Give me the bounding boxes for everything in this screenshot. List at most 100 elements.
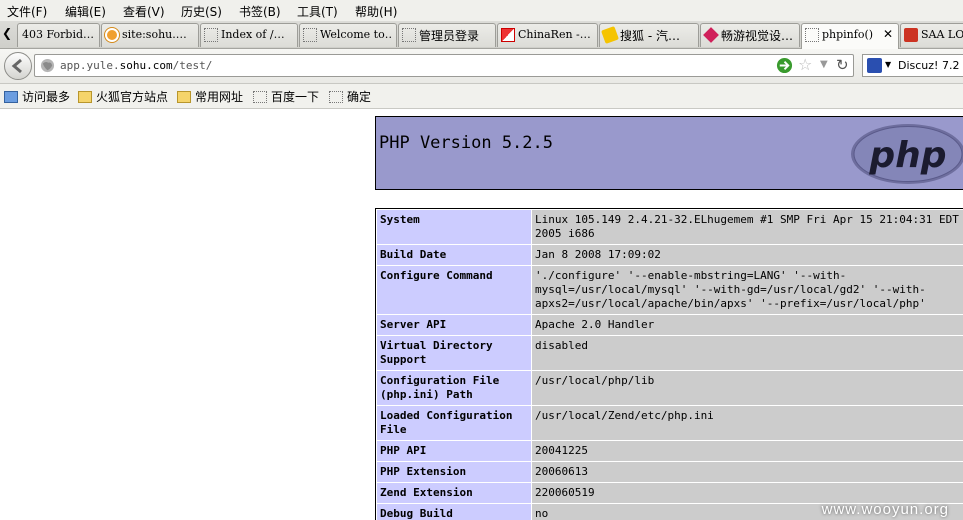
row-key: Virtual Directory Support — [377, 336, 531, 370]
row-key: System — [377, 210, 531, 244]
changyou-icon — [703, 27, 719, 43]
tab-site-sohu[interactable]: site:sohu.… — [101, 23, 199, 47]
blank-page-icon — [805, 28, 819, 42]
row-value: './configure' '--enable-mbstring=LANG' '… — [532, 266, 963, 314]
tab-title: site:sohu.… — [122, 28, 187, 41]
table-row: Zend Extension 220060519 — [377, 483, 963, 503]
tab-title: 搜狐 - 汽… — [620, 29, 680, 43]
row-key: Configure Command — [377, 266, 531, 314]
menu-file[interactable]: 文件(F) — [7, 3, 47, 20]
tab-changyou[interactable]: 畅游视觉设… — [700, 23, 800, 47]
tab-phpinfo[interactable]: phpinfo() ✕ — [801, 23, 899, 49]
php-version-header: PHP Version 5.2.5 php — [375, 116, 963, 190]
tab-sohu-auto[interactable]: 搜狐 - 汽… — [599, 23, 699, 47]
bookmark-star-icon[interactable]: ☆ — [798, 55, 812, 74]
tab-title: phpinfo() — [822, 28, 874, 41]
bookmark-ok[interactable]: 确定 — [329, 88, 371, 105]
row-value: /usr/local/Zend/etc/php.ini — [532, 406, 963, 440]
menu-bookmarks[interactable]: 书签(B) — [239, 3, 281, 20]
table-row: Build Date Jan 8 2008 17:09:02 — [377, 245, 963, 265]
blank-page-icon — [329, 91, 343, 103]
search-engine-dropdown-icon[interactable]: ▼ — [885, 60, 891, 69]
search-input[interactable]: Discuz! 7.2 — [898, 59, 959, 72]
table-row: Server API Apache 2.0 Handler — [377, 315, 963, 335]
row-value: /usr/local/php/lib — [532, 371, 963, 405]
back-button[interactable] — [4, 52, 32, 80]
page-title: PHP Version 5.2.5 — [379, 133, 553, 153]
url-bar[interactable]: app.yule.sohu.com/test/ ☆ ▼ ↻ — [34, 54, 854, 77]
tab-scroll-left-icon[interactable]: ❮ — [2, 26, 12, 40]
tab-admin-login[interactable]: 管理员登录 — [398, 23, 496, 47]
row-key: Debug Build — [377, 504, 531, 520]
menu-bar: 文件(F) 编辑(E) 查看(V) 历史(S) 书签(B) 工具(T) 帮助(H… — [0, 0, 963, 21]
go-icon[interactable] — [776, 57, 793, 74]
tab-title: 403 Forbid… — [22, 28, 95, 41]
folder-icon — [177, 91, 191, 103]
table-row: Virtual Directory Support disabled — [377, 336, 963, 370]
php-logo-text: php — [868, 135, 946, 176]
table-row: Configure Command './configure' '--enable… — [377, 266, 963, 314]
search-bar[interactable]: ▼ Discuz! 7.2 — [862, 54, 963, 77]
bookmarks-toolbar: 访问最多 火狐官方站点 常用网址 百度一下 确定 — [0, 84, 963, 109]
menu-edit[interactable]: 编辑(E) — [65, 3, 106, 20]
table-row: Configuration File (php.ini) Path/usr/lo… — [377, 371, 963, 405]
tab-title: 管理员登录 — [419, 29, 480, 43]
tab-saa-log[interactable]: SAA LOG — [900, 23, 963, 47]
row-value: disabled — [532, 336, 963, 370]
menu-tools[interactable]: 工具(T) — [297, 3, 338, 20]
row-value: Apache 2.0 Handler — [532, 315, 963, 335]
site-identity-icon — [40, 58, 55, 73]
dropdown-icon[interactable]: ▼ — [820, 59, 828, 70]
row-value: Linux 105.149 2.4.21-32.ELhugemem #1 SMP… — [532, 210, 963, 244]
row-key: Build Date — [377, 245, 531, 265]
search-engine-icon[interactable] — [867, 58, 882, 73]
tab-403-forbidden[interactable]: 403 Forbid… — [17, 23, 100, 47]
bookmark-most-visited[interactable]: 访问最多 — [4, 88, 70, 105]
table-row: PHP Extension 20060613 — [377, 462, 963, 482]
tab-title: ChinaRen -… — [518, 28, 591, 41]
blank-page-icon — [204, 28, 218, 42]
baidu-icon — [105, 28, 119, 42]
watermark: www.wooyun.org — [821, 501, 949, 518]
blank-page-icon — [253, 91, 267, 103]
navigation-bar: app.yule.sohu.com/test/ ☆ ▼ ↻ ▼ Discuz! … — [0, 49, 963, 84]
menu-view[interactable]: 查看(V) — [123, 3, 165, 20]
table-row: PHP API 20041225 — [377, 441, 963, 461]
reload-icon[interactable]: ↻ — [836, 56, 849, 74]
row-value: 20041225 — [532, 441, 963, 461]
row-key: Zend Extension — [377, 483, 531, 503]
tab-title: 畅游视觉设… — [721, 29, 794, 43]
row-key: Loaded Configuration File — [377, 406, 531, 440]
tab-title: SAA LOG — [921, 28, 963, 41]
bookmark-common-sites[interactable]: 常用网址 — [177, 88, 243, 105]
blank-page-icon — [303, 28, 317, 42]
smart-folder-icon — [4, 91, 18, 103]
bookmark-firefox-site[interactable]: 火狐官方站点 — [78, 88, 168, 105]
blank-page-icon — [402, 28, 416, 42]
php-logo-icon: php — [851, 124, 963, 184]
phpinfo-table: System Linux 105.149 2.4.21-32.ELhugemem … — [375, 208, 963, 520]
tab-bar: ❮ 403 Forbid… site:sohu.… Index of /… We… — [0, 21, 963, 49]
page-content: PHP Version 5.2.5 php System Linux 105.14… — [0, 109, 963, 520]
close-icon[interactable]: ✕ — [883, 27, 893, 41]
saa-icon — [904, 28, 918, 42]
sohu-icon — [601, 26, 619, 44]
table-row: System Linux 105.149 2.4.21-32.ELhugemem … — [377, 210, 963, 244]
row-key: Server API — [377, 315, 531, 335]
url-text: app.yule.sohu.com/test/ — [60, 59, 213, 72]
menu-help[interactable]: 帮助(H) — [355, 3, 397, 20]
row-value: 220060519 — [532, 483, 963, 503]
tab-chinaren[interactable]: ChinaRen -… — [497, 23, 598, 47]
table-row: Loaded Configuration File/usr/local/Zend… — [377, 406, 963, 440]
menu-history[interactable]: 历史(S) — [181, 3, 222, 20]
row-key: Configuration File (php.ini) Path — [377, 371, 531, 405]
tab-title: Welcome to… — [320, 28, 392, 41]
row-value: Jan 8 2008 17:09:02 — [532, 245, 963, 265]
tab-index-of[interactable]: Index of /… — [200, 23, 298, 47]
chinaren-icon — [501, 28, 515, 42]
row-value: 20060613 — [532, 462, 963, 482]
tab-welcome[interactable]: Welcome to… — [299, 23, 397, 47]
back-arrow-icon — [11, 58, 22, 74]
tab-title: Index of /… — [221, 28, 285, 41]
bookmark-baidu[interactable]: 百度一下 — [253, 88, 319, 105]
